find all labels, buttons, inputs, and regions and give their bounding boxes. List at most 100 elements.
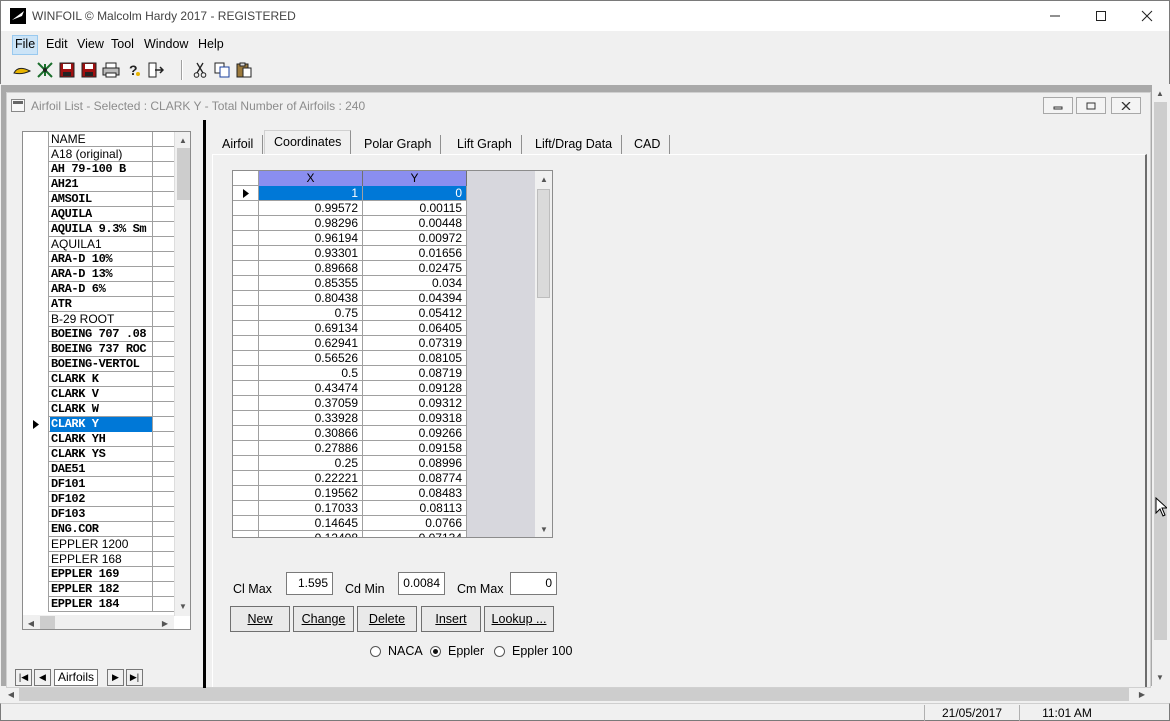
save-as-icon[interactable] bbox=[80, 61, 98, 79]
table-row[interactable]: 0.69134 0.06405 bbox=[233, 321, 467, 336]
cell-x[interactable]: 1 bbox=[259, 186, 363, 201]
list-horizontal-scrollbar[interactable]: ◀ ▶ bbox=[23, 615, 174, 629]
cell-x[interactable]: 0.99572 bbox=[259, 201, 363, 216]
tab-polar-graph[interactable]: Polar Graph bbox=[355, 135, 442, 155]
list-item[interactable]: ENG.COR bbox=[23, 522, 174, 537]
table-row[interactable]: 0.99572 0.00115 bbox=[233, 201, 467, 216]
scroll-up-icon[interactable]: ▲ bbox=[1152, 85, 1168, 101]
table-row[interactable]: 0.37059 0.09312 bbox=[233, 396, 467, 411]
cell-y[interactable]: 0.02475 bbox=[363, 261, 467, 276]
table-row[interactable]: 0.33928 0.09318 bbox=[233, 411, 467, 426]
cell-y[interactable]: 0.06405 bbox=[363, 321, 467, 336]
list-item[interactable]: AH21 bbox=[23, 177, 174, 192]
table-row[interactable]: 0.12408 0.07134 bbox=[233, 531, 467, 537]
list-item[interactable]: EPPLER 169 bbox=[23, 567, 174, 582]
cell-y[interactable]: 0.08113 bbox=[363, 501, 467, 516]
cell-y[interactable]: 0.05412 bbox=[363, 306, 467, 321]
cell-y[interactable]: 0 bbox=[363, 186, 467, 201]
cell-x[interactable]: 0.5 bbox=[259, 366, 363, 381]
list-item[interactable]: AQUILA bbox=[23, 207, 174, 222]
prev-record-icon[interactable]: ◀ bbox=[34, 669, 51, 686]
table-row[interactable]: 0.75 0.05412 bbox=[233, 306, 467, 321]
change-button[interactable]: Change bbox=[293, 606, 354, 632]
cell-y[interactable]: 0.09158 bbox=[363, 441, 467, 456]
cm-max-field[interactable]: 0 bbox=[510, 572, 557, 595]
cell-y[interactable]: 0.07319 bbox=[363, 336, 467, 351]
table-row[interactable]: 0.25 0.08996 bbox=[233, 456, 467, 471]
table-row[interactable]: 0.19562 0.08483 bbox=[233, 486, 467, 501]
cd-min-field[interactable]: 0.0084 bbox=[398, 572, 445, 595]
app-icon[interactable] bbox=[10, 8, 26, 24]
grid-vscroll-thumb[interactable] bbox=[537, 189, 550, 298]
radio-eppler[interactable]: Eppler bbox=[430, 644, 484, 658]
list-item[interactable]: EPPLER 168 bbox=[23, 552, 174, 567]
table-row[interactable]: 0.22221 0.08774 bbox=[233, 471, 467, 486]
cell-x[interactable]: 0.85355 bbox=[259, 276, 363, 291]
list-item[interactable]: EPPLER 182 bbox=[23, 582, 174, 597]
radio-naca[interactable]: NACA bbox=[370, 644, 423, 658]
cell-y[interactable]: 0.08996 bbox=[363, 456, 467, 471]
table-row[interactable]: 0.62941 0.07319 bbox=[233, 336, 467, 351]
cell-x[interactable]: 0.93301 bbox=[259, 246, 363, 261]
table-row[interactable]: 0.14645 0.0766 bbox=[233, 516, 467, 531]
list-item[interactable]: EPPLER 184 bbox=[23, 597, 174, 612]
cell-x[interactable]: 0.56526 bbox=[259, 351, 363, 366]
tab-lift-graph[interactable]: Lift Graph bbox=[448, 135, 522, 155]
new-button[interactable]: New bbox=[230, 606, 290, 632]
cell-x[interactable]: 0.62941 bbox=[259, 336, 363, 351]
last-record-icon[interactable]: ▶| bbox=[126, 669, 143, 686]
cell-x[interactable]: 0.89668 bbox=[259, 261, 363, 276]
list-item[interactable]: A18 (original) bbox=[23, 147, 174, 162]
tab-lift-drag-data[interactable]: Lift/Drag Data bbox=[526, 135, 623, 155]
cell-x[interactable]: 0.43474 bbox=[259, 381, 363, 396]
scroll-down-icon[interactable]: ▼ bbox=[175, 598, 190, 614]
tab-coordinates[interactable]: Coordinates bbox=[264, 130, 352, 155]
list-vscroll-thumb[interactable] bbox=[177, 148, 190, 200]
delete-button[interactable]: Delete bbox=[357, 606, 417, 632]
table-row[interactable]: 10 bbox=[233, 186, 467, 201]
scroll-down-icon[interactable]: ▼ bbox=[536, 521, 552, 537]
list-item[interactable]: AQUILA1 bbox=[23, 237, 174, 252]
save-icon[interactable] bbox=[58, 61, 76, 79]
airfoil-icon[interactable] bbox=[13, 61, 31, 79]
cell-y[interactable]: 0.08105 bbox=[363, 351, 467, 366]
main-horizontal-scrollbar[interactable]: ◀ ▶ bbox=[1, 686, 1152, 703]
window-icon[interactable] bbox=[11, 99, 25, 112]
cell-x[interactable]: 0.96194 bbox=[259, 231, 363, 246]
cell-y[interactable]: 0.00448 bbox=[363, 216, 467, 231]
paste-icon[interactable] bbox=[235, 61, 253, 79]
main-vscroll-thumb[interactable] bbox=[1154, 102, 1167, 640]
list-item[interactable]: CLARK YS bbox=[23, 447, 174, 462]
copy-icon[interactable] bbox=[213, 61, 231, 79]
table-row[interactable]: 0.89668 0.02475 bbox=[233, 261, 467, 276]
menu-edit[interactable]: Edit bbox=[43, 35, 71, 55]
main-vertical-scrollbar[interactable]: ▲ ▼ bbox=[1152, 85, 1169, 686]
cell-x[interactable]: 0.69134 bbox=[259, 321, 363, 336]
main-hscroll-thumb[interactable] bbox=[19, 688, 1129, 701]
cell-x[interactable]: 0.98296 bbox=[259, 216, 363, 231]
table-row[interactable]: 0.30866 0.09266 bbox=[233, 426, 467, 441]
cell-x[interactable]: 0.27886 bbox=[259, 441, 363, 456]
cell-y[interactable]: 0.01656 bbox=[363, 246, 467, 261]
cell-y[interactable]: 0.00972 bbox=[363, 231, 467, 246]
lookup-button[interactable]: Lookup ... bbox=[484, 606, 554, 632]
list-item[interactable]: CLARK YH bbox=[23, 432, 174, 447]
table-row[interactable]: 0.93301 0.01656 bbox=[233, 246, 467, 261]
menu-window[interactable]: Window bbox=[141, 35, 191, 55]
scroll-up-icon[interactable]: ▲ bbox=[175, 132, 190, 148]
list-item[interactable]: DAE51 bbox=[23, 462, 174, 477]
menu-tool[interactable]: Tool bbox=[108, 35, 137, 55]
maximize-button[interactable] bbox=[1078, 1, 1124, 31]
list-item[interactable]: CLARK K bbox=[23, 372, 174, 387]
child-restore-button[interactable] bbox=[1076, 97, 1106, 114]
cut-icon[interactable] bbox=[191, 61, 209, 79]
cell-y[interactable]: 0.09312 bbox=[363, 396, 467, 411]
list-item[interactable]: BOEING 707 .08 bbox=[23, 327, 174, 342]
column-header-name[interactable]: NAME bbox=[50, 132, 153, 147]
list-item[interactable]: ARA-D 6% bbox=[23, 282, 174, 297]
scroll-right-icon[interactable]: ▶ bbox=[157, 615, 173, 629]
list-hscroll-thumb[interactable] bbox=[40, 616, 55, 629]
scroll-up-icon[interactable]: ▲ bbox=[536, 171, 552, 187]
list-item[interactable]: CLARK V bbox=[23, 387, 174, 402]
list-vertical-scrollbar[interactable]: ▲ ▼ bbox=[174, 132, 190, 616]
